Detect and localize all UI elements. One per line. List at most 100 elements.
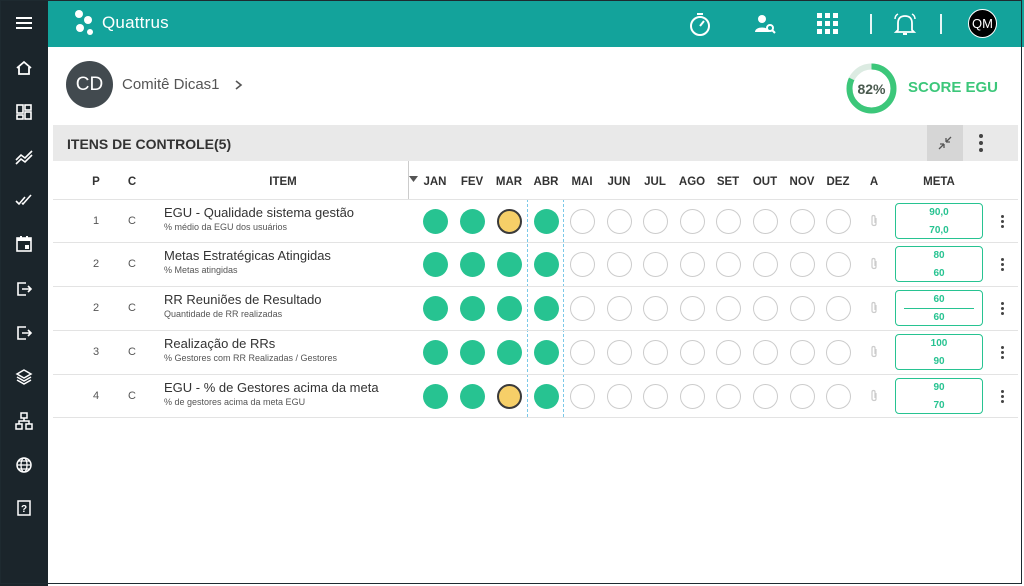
- attachment-icon[interactable]: [868, 301, 880, 315]
- meta-box[interactable]: 80 60: [895, 246, 983, 282]
- status-empty-out[interactable]: [752, 339, 778, 365]
- status-green-jan[interactable]: [422, 295, 448, 321]
- status-green-fev[interactable]: [459, 339, 485, 365]
- status-empty-nov[interactable]: [789, 383, 815, 409]
- status-empty-mai[interactable]: [569, 208, 595, 234]
- chevron-right-icon[interactable]: [232, 78, 244, 92]
- status-empty-out[interactable]: [752, 295, 778, 321]
- globe-icon[interactable]: [12, 453, 36, 477]
- status-empty-nov[interactable]: [789, 208, 815, 234]
- item-title[interactable]: Realização de RRs: [164, 336, 275, 351]
- logout-icon[interactable]: [12, 321, 36, 345]
- app-logo[interactable]: Quattrus: [74, 9, 169, 37]
- status-yellow-mar[interactable]: [496, 208, 522, 234]
- row-more-button[interactable]: [996, 386, 1008, 406]
- chart-icon[interactable]: [12, 145, 36, 169]
- user-search-icon[interactable]: [751, 10, 779, 38]
- status-empty-jul[interactable]: [642, 339, 668, 365]
- status-empty-dez[interactable]: [825, 383, 851, 409]
- row-more-button[interactable]: [996, 254, 1008, 274]
- status-empty-ago[interactable]: [679, 251, 705, 277]
- status-yellow-mar[interactable]: [496, 383, 522, 409]
- status-green-mar[interactable]: [496, 295, 522, 321]
- status-empty-ago[interactable]: [679, 383, 705, 409]
- hierarchy-icon[interactable]: [12, 409, 36, 433]
- section-more-button[interactable]: [973, 131, 989, 155]
- status-empty-mai[interactable]: [569, 251, 595, 277]
- status-empty-ago[interactable]: [679, 208, 705, 234]
- item-title[interactable]: Metas Estratégicas Atingidas: [164, 248, 331, 263]
- dashboard-icon[interactable]: [12, 100, 36, 124]
- status-green-fev[interactable]: [459, 383, 485, 409]
- status-empty-nov[interactable]: [789, 251, 815, 277]
- status-empty-jun[interactable]: [606, 251, 632, 277]
- status-green-abr[interactable]: [533, 251, 559, 277]
- meta-box[interactable]: 90,0 70,0: [895, 203, 983, 239]
- collapse-button[interactable]: [927, 125, 963, 161]
- attachment-icon[interactable]: [868, 389, 880, 403]
- status-green-abr[interactable]: [533, 339, 559, 365]
- meta-box[interactable]: 60 60: [895, 290, 983, 326]
- row-more-button[interactable]: [996, 298, 1008, 318]
- status-green-fev[interactable]: [459, 251, 485, 277]
- status-empty-jul[interactable]: [642, 383, 668, 409]
- status-empty-dez[interactable]: [825, 339, 851, 365]
- status-empty-dez[interactable]: [825, 295, 851, 321]
- status-empty-set[interactable]: [715, 295, 741, 321]
- bell-icon[interactable]: [891, 10, 919, 38]
- status-empty-set[interactable]: [715, 339, 741, 365]
- status-green-fev[interactable]: [459, 295, 485, 321]
- status-empty-out[interactable]: [752, 383, 778, 409]
- status-empty-mai[interactable]: [569, 339, 595, 365]
- exit-icon[interactable]: [12, 277, 36, 301]
- meta-box[interactable]: 100 90: [895, 334, 983, 370]
- item-title[interactable]: RR Reuniões de Resultado: [164, 292, 322, 307]
- status-empty-jun[interactable]: [606, 295, 632, 321]
- status-green-abr[interactable]: [533, 295, 559, 321]
- item-title[interactable]: EGU - Qualidade sistema gestão: [164, 205, 354, 220]
- status-green-mar[interactable]: [496, 339, 522, 365]
- status-green-jan[interactable]: [422, 339, 448, 365]
- status-green-mar[interactable]: [496, 251, 522, 277]
- help-icon[interactable]: ?: [12, 496, 36, 520]
- attachment-icon[interactable]: [868, 257, 880, 271]
- status-empty-set[interactable]: [715, 208, 741, 234]
- attachment-icon[interactable]: [868, 214, 880, 228]
- status-empty-jun[interactable]: [606, 339, 632, 365]
- status-empty-ago[interactable]: [679, 339, 705, 365]
- status-empty-nov[interactable]: [789, 295, 815, 321]
- row-more-button[interactable]: [996, 211, 1008, 231]
- status-empty-jun[interactable]: [606, 208, 632, 234]
- status-empty-out[interactable]: [752, 251, 778, 277]
- home-icon[interactable]: [12, 56, 36, 80]
- item-title[interactable]: EGU - % de Gestores acima da meta: [164, 380, 379, 395]
- stopwatch-icon[interactable]: [686, 10, 714, 38]
- status-green-abr[interactable]: [533, 208, 559, 234]
- breadcrumb[interactable]: Comitê Dicas1: [122, 76, 220, 93]
- meta-box[interactable]: 90 70: [895, 378, 983, 414]
- status-empty-mai[interactable]: [569, 295, 595, 321]
- calendar-icon[interactable]: [12, 232, 36, 256]
- user-avatar[interactable]: QM: [968, 9, 997, 38]
- status-empty-set[interactable]: [715, 251, 741, 277]
- status-empty-out[interactable]: [752, 208, 778, 234]
- status-green-fev[interactable]: [459, 208, 485, 234]
- status-green-abr[interactable]: [533, 383, 559, 409]
- apps-grid-icon[interactable]: [814, 10, 842, 38]
- status-empty-ago[interactable]: [679, 295, 705, 321]
- status-empty-jun[interactable]: [606, 383, 632, 409]
- status-empty-jul[interactable]: [642, 251, 668, 277]
- double-check-icon[interactable]: [12, 188, 36, 212]
- status-empty-dez[interactable]: [825, 208, 851, 234]
- row-more-button[interactable]: [996, 342, 1008, 362]
- attachment-icon[interactable]: [868, 345, 880, 359]
- status-empty-dez[interactable]: [825, 251, 851, 277]
- status-empty-jul[interactable]: [642, 208, 668, 234]
- status-green-jan[interactable]: [422, 251, 448, 277]
- status-empty-jul[interactable]: [642, 295, 668, 321]
- status-green-jan[interactable]: [422, 208, 448, 234]
- layers-icon[interactable]: [12, 365, 36, 389]
- menu-icon[interactable]: [12, 11, 36, 35]
- status-empty-set[interactable]: [715, 383, 741, 409]
- status-empty-nov[interactable]: [789, 339, 815, 365]
